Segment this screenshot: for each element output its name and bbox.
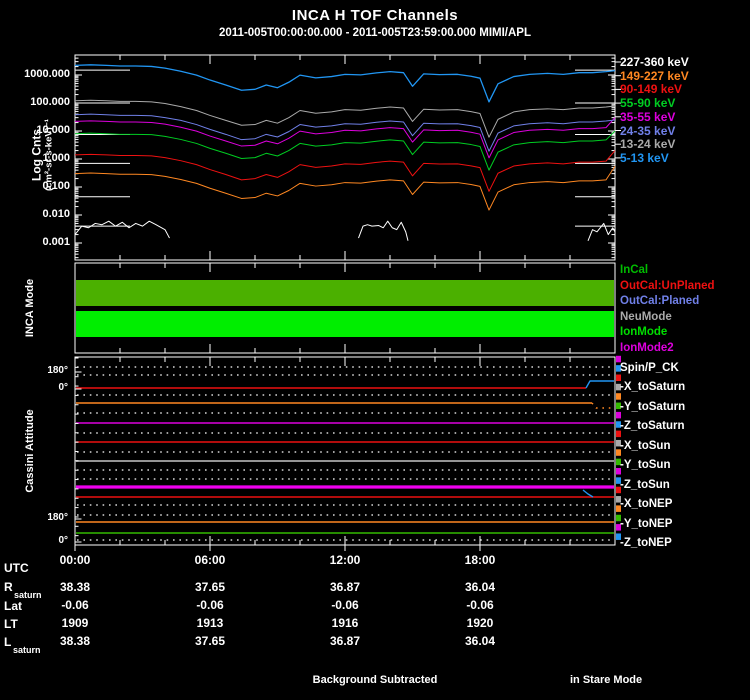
channel-legend-item: 13-24 keV: [620, 137, 675, 151]
mode-legend-item: IonMode2: [620, 342, 674, 354]
ephemeris-value: 1920: [445, 616, 515, 630]
log-tick-label: 1000.000: [0, 68, 70, 80]
ephemeris-value: -0.06: [445, 598, 515, 612]
channel-legend-item: 5-13 keV: [620, 151, 669, 165]
ephemeris-value: 1916: [310, 616, 380, 630]
ephemeris-value: 36.04: [445, 580, 515, 594]
mode-legend-item: OutCal:UnPlaned: [620, 280, 715, 292]
l-row-subscript: saturn: [13, 645, 41, 655]
attitude-label: -Y_toSun: [620, 459, 670, 471]
ephemeris-value: 1913: [175, 616, 245, 630]
channel-legend-item: 55-90 keV: [620, 96, 675, 110]
ephemeris-value: -0.06: [40, 598, 110, 612]
ephemeris-value: 38.38: [40, 634, 110, 648]
footer-left-text: Background Subtracted: [313, 674, 438, 686]
degree-tick-label: 0°: [0, 382, 68, 393]
r-row-label: R: [4, 580, 13, 594]
ephemeris-value: 36.87: [310, 634, 380, 648]
attitude-label: -Z_toSun: [620, 479, 670, 491]
channel-legend-item: 35-55 keV: [620, 110, 675, 124]
degree-tick-label: 0°: [0, 535, 68, 546]
log-tick-label: 10.000: [0, 124, 70, 136]
log-tick-label: 100.000: [0, 96, 70, 108]
channel-legend-item: 90-149 keV: [620, 82, 682, 96]
log-tick-label: 0.001: [0, 236, 70, 248]
channel-legend-item: 149-227 keV: [620, 69, 689, 83]
ephemeris-value: 1909: [40, 616, 110, 630]
attitude-label: -X_toSun: [620, 440, 670, 452]
mode-legend-item: NeuMode: [620, 311, 672, 323]
channel-legend-item: 24-35 keV: [620, 124, 675, 138]
ephemeris-value: 37.65: [175, 634, 245, 648]
page-subtitle: 2011-005T00:00:00.000 - 2011-005T23:59:0…: [219, 27, 531, 39]
attitude-label: -X_toNEP: [620, 498, 672, 510]
degree-tick-label: 180°: [0, 512, 68, 523]
utc-time-label: 00:00: [43, 553, 107, 567]
attitude-axis-title: Cassini Attitude: [24, 409, 36, 492]
inca-mode-axis-title: INCA Mode: [24, 279, 36, 337]
footer-right-text: in Stare Mode: [570, 674, 642, 686]
lt-row-label: LT: [4, 617, 18, 631]
degree-tick-label: 180°: [0, 365, 68, 376]
mimi-inca-plot-window: INCA H TOF Channels 2011-005T00:00:00.00…: [0, 0, 750, 700]
page-title: INCA H TOF Channels: [292, 7, 458, 24]
ephemeris-value: 37.65: [175, 580, 245, 594]
lat-row-label: Lat: [4, 599, 22, 613]
ephemeris-value: -0.06: [175, 598, 245, 612]
ephemeris-value: 36.87: [310, 580, 380, 594]
utc-time-label: 06:00: [178, 553, 242, 567]
mode-legend-item: InCal: [620, 264, 648, 276]
attitude-label: -Y_toNEP: [620, 518, 672, 530]
l-row-label: L: [4, 635, 11, 649]
mode-legend-item: OutCal:Planed: [620, 295, 699, 307]
utc-row-label: UTC: [4, 561, 29, 575]
utc-time-label: 12:00: [313, 553, 377, 567]
ephemeris-value: -0.06: [310, 598, 380, 612]
attitude-label: Spin/P_CK: [620, 362, 679, 374]
attitude-label: -Y_toSaturn: [620, 401, 685, 413]
mode-legend-item: IonMode: [620, 326, 667, 338]
log-tick-label: 1.000: [0, 152, 70, 164]
attitude-label: -X_toSaturn: [620, 381, 685, 393]
attitude-label: -Z_toSaturn: [620, 420, 685, 432]
attitude-label: -Z_toNEP: [620, 537, 672, 549]
ephemeris-value: 38.38: [40, 580, 110, 594]
channel-legend-item: 227-360 keV: [620, 55, 689, 69]
utc-time-label: 18:00: [448, 553, 512, 567]
log-tick-label: 0.100: [0, 180, 70, 192]
log-tick-label: 0.010: [0, 208, 70, 220]
ephemeris-value: 36.04: [445, 634, 515, 648]
